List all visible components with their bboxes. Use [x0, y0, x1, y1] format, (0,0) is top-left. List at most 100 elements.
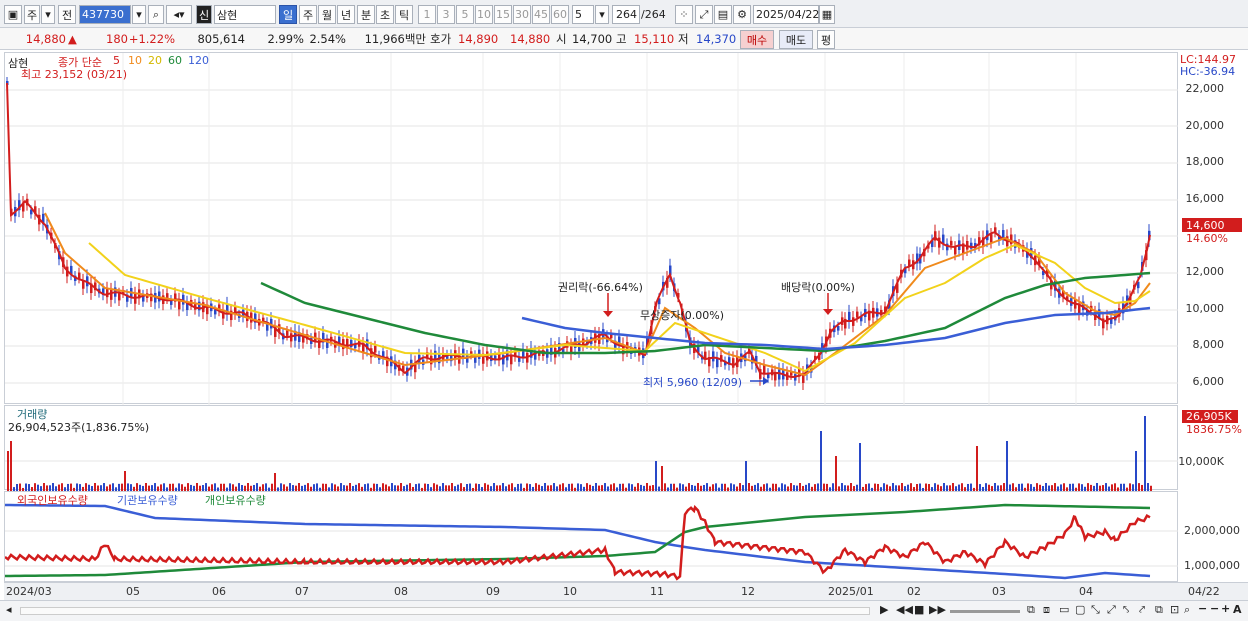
date-field[interactable]: 2025/04/22	[753, 5, 819, 24]
period-year[interactable]: 년	[337, 5, 355, 24]
compare-icon[interactable]: ⁘	[675, 5, 693, 24]
volume-bar	[529, 484, 531, 491]
gear-icon[interactable]: ⚙	[733, 5, 751, 24]
scroll-left-icon[interactable]: ◂	[6, 603, 12, 616]
volume-bar	[619, 483, 621, 491]
high-label: 고	[616, 32, 627, 46]
period-minute[interactable]: 분	[357, 5, 375, 24]
interval-30[interactable]: 30	[513, 5, 531, 24]
sell-button[interactable]: 매도	[779, 30, 813, 49]
volume-bar	[910, 483, 912, 491]
volume-bar	[835, 456, 837, 491]
period-second[interactable]: 초	[376, 5, 394, 24]
volume-chart	[5, 416, 1179, 491]
range-input[interactable]: 264	[612, 5, 640, 24]
tool-icon[interactable]: ⤢	[1107, 603, 1116, 617]
interval-60[interactable]: 60	[551, 5, 569, 24]
interval-5[interactable]: 5	[456, 5, 474, 24]
volume-bar	[928, 484, 930, 491]
volume-bar	[790, 483, 792, 491]
zoom-out-icon[interactable]: −	[1198, 602, 1207, 615]
volume-bar	[409, 483, 411, 491]
calendar-icon[interactable]: ▦	[819, 5, 835, 24]
play-icon[interactable]: ▶	[880, 603, 888, 616]
volume-bar	[1147, 483, 1149, 491]
volume-bar	[358, 483, 360, 491]
volume-bar	[775, 483, 777, 491]
y-tick: 6,000	[1192, 375, 1225, 388]
high-note: 최고 23,152 (03/21)	[21, 68, 128, 81]
count-field[interactable]: 5	[572, 5, 594, 24]
period-month[interactable]: 월	[318, 5, 336, 24]
stock-code-input[interactable]: 437730	[79, 5, 131, 24]
volume-bar	[478, 484, 480, 491]
volume-pane[interactable]	[4, 405, 1179, 491]
volume-value: 805,614	[197, 32, 245, 46]
tool-icon[interactable]: ⤤	[1139, 603, 1145, 617]
volume-bar	[721, 483, 723, 491]
tool-icon[interactable]: ▢	[1075, 603, 1085, 616]
zoom-slider[interactable]	[950, 610, 1020, 613]
ask-label: 호가	[430, 32, 452, 46]
zoom-search-icon[interactable]: ⌕	[1184, 603, 1190, 617]
rewind-icon[interactable]: ◀◀	[896, 603, 913, 616]
volume-bar	[1135, 451, 1137, 491]
eval-button[interactable]: 평	[817, 30, 835, 49]
tool-icon[interactable]: ⤡	[1091, 603, 1100, 617]
holding-pane[interactable]	[4, 491, 1179, 582]
crosshair-icon[interactable]: ⤢	[695, 5, 713, 24]
market-dropdown-icon[interactable]: ▾	[41, 5, 55, 24]
y-tick: 10,000K	[1178, 455, 1224, 468]
period-tick[interactable]: 틱	[395, 5, 413, 24]
font-size-icon[interactable]: A	[1233, 603, 1242, 616]
interval-3[interactable]: 3	[437, 5, 455, 24]
count-dropdown-icon[interactable]: ▾	[595, 5, 609, 24]
tool-icon[interactable]: ⧈	[1043, 603, 1050, 617]
volume-bar	[34, 483, 36, 491]
code-dropdown-icon[interactable]: ▾	[132, 5, 146, 24]
volume-bar	[391, 483, 393, 491]
window-icon[interactable]: ▣	[4, 5, 22, 24]
tool-icon[interactable]: ⧉	[1155, 603, 1163, 617]
period-day[interactable]: 일	[279, 5, 297, 24]
tool-icon[interactable]: ⤣	[1123, 603, 1129, 617]
market-select[interactable]: 주	[24, 5, 40, 24]
fast-forward-icon[interactable]: ▶▶	[929, 603, 946, 616]
volume-bar	[373, 483, 375, 491]
tool-icon[interactable]: ⧉	[1027, 603, 1035, 617]
volume-bar	[322, 483, 324, 491]
stock-name-field[interactable]: 삼현	[214, 5, 276, 24]
scrollbar[interactable]	[20, 607, 870, 615]
period-week[interactable]: 주	[299, 5, 317, 24]
interval-1[interactable]: 1	[418, 5, 436, 24]
volume-bar	[544, 483, 546, 491]
volume-bar	[1081, 484, 1083, 491]
speaker-icon[interactable]: ◂▾	[166, 5, 192, 24]
x-tick: 07	[295, 585, 309, 598]
prev-button[interactable]: 전	[58, 5, 76, 24]
search-icon[interactable]: ⌕	[148, 5, 164, 24]
volume-bar	[67, 483, 69, 491]
volume-bar	[442, 483, 444, 491]
tool-icon[interactable]: ⊡	[1170, 603, 1179, 616]
save-icon[interactable]: ▤	[714, 5, 732, 24]
current-price-pct: 14.60%	[1186, 232, 1228, 245]
volume-bar	[289, 483, 291, 491]
minus-icon[interactable]: −	[1210, 602, 1219, 615]
stop-icon[interactable]: ■	[914, 603, 924, 616]
y-tick: 2,000,000	[1184, 524, 1240, 537]
price-pane[interactable]	[4, 52, 1179, 405]
interval-15[interactable]: 15	[494, 5, 512, 24]
tool-icon[interactable]: ▭	[1059, 603, 1069, 616]
volume-bar	[382, 483, 384, 491]
y-tick: 16,000	[1185, 192, 1225, 205]
buy-button[interactable]: 매수	[740, 30, 774, 49]
x-tick: 06	[212, 585, 226, 598]
volume-bar	[280, 483, 282, 491]
candle-body	[908, 259, 911, 266]
plus-icon[interactable]: +	[1221, 602, 1230, 615]
interval-10[interactable]: 10	[475, 5, 493, 24]
interval-45[interactable]: 45	[532, 5, 550, 24]
volume-bar	[493, 483, 495, 491]
volume-bar	[145, 483, 147, 491]
